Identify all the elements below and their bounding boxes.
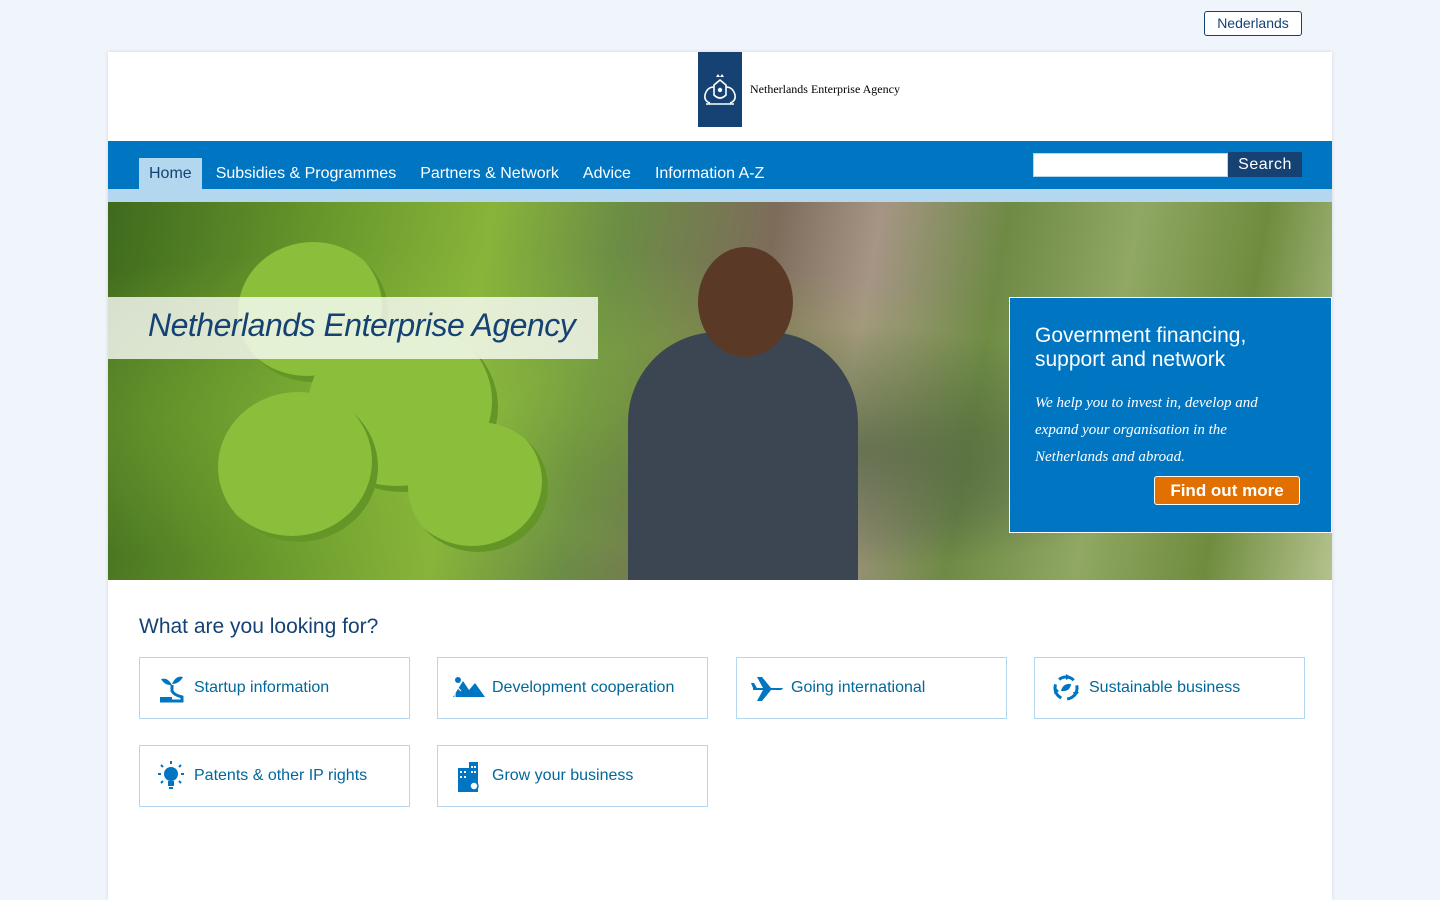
find-out-more-button[interactable]: Find out more [1154, 476, 1300, 505]
farmer-figure [628, 332, 858, 580]
lightbulb-icon [154, 759, 188, 793]
tile-label: Sustainable business [1089, 679, 1241, 696]
tile-label: Startup information [194, 679, 330, 696]
sprout-icon [154, 671, 188, 705]
farmer-head [698, 247, 793, 357]
language-switch-button[interactable]: Nederlands [1204, 11, 1302, 36]
logo-text: Netherlands Enterprise Agency [750, 82, 900, 96]
tile-development-cooperation[interactable]: Development cooperation [437, 657, 708, 719]
promo-text: We help you to invest in, develop and ex… [1035, 395, 1258, 465]
agency-logo[interactable]: Netherlands Enterprise Agency [698, 52, 900, 127]
tile-grow-your-business[interactable]: Grow your business [437, 745, 708, 807]
tile-label: Going international [791, 679, 926, 696]
banana-bunch [408, 422, 548, 552]
coat-of-arms-icon [698, 52, 742, 127]
tile-sustainable-business[interactable]: Sustainable business [1034, 657, 1305, 719]
promo-panel: Government financing, support and networ… [1009, 297, 1332, 533]
mountains-icon [452, 671, 486, 705]
nav-stripe [108, 189, 1332, 202]
tile-patents-ip-rights[interactable]: Patents & other IP rights [139, 745, 410, 807]
search-input[interactable] [1033, 153, 1228, 177]
tile-startup-information[interactable]: Startup information [139, 657, 410, 719]
airplane-icon [751, 671, 785, 705]
topics-heading: What are you looking for? [139, 615, 379, 638]
tile-label: Patents & other IP rights [194, 767, 368, 784]
main-navigation: Home Subsidies & Programmes Partners & N… [108, 141, 1332, 189]
nav-item-home[interactable]: Home [139, 158, 202, 189]
banana-bunch [218, 392, 378, 542]
page-container: Netherlands Enterprise Agency Home Subsi… [108, 52, 1332, 900]
search-button[interactable]: Search [1228, 152, 1302, 177]
hero-banner: Netherlands Enterprise Agency Government… [108, 202, 1332, 580]
buildings-icon [452, 759, 486, 793]
hero-title-band: Netherlands Enterprise Agency [108, 297, 598, 359]
nav-item-partners-network[interactable]: Partners & Network [410, 158, 569, 189]
nav-item-advice[interactable]: Advice [573, 158, 641, 189]
tile-label: Development cooperation [492, 679, 675, 696]
tile-label: Grow your business [492, 767, 634, 784]
nav-item-subsidies-programmes[interactable]: Subsidies & Programmes [206, 158, 407, 189]
promo-title: Government financing, support and networ… [1035, 324, 1247, 371]
nav-menu: Home Subsidies & Programmes Partners & N… [139, 158, 778, 189]
recycle-icon [1049, 671, 1083, 705]
tile-going-international[interactable]: Going international [736, 657, 1007, 719]
nav-item-information-a-z[interactable]: Information A-Z [645, 158, 774, 189]
hero-title: Netherlands Enterprise Agency [148, 307, 576, 343]
